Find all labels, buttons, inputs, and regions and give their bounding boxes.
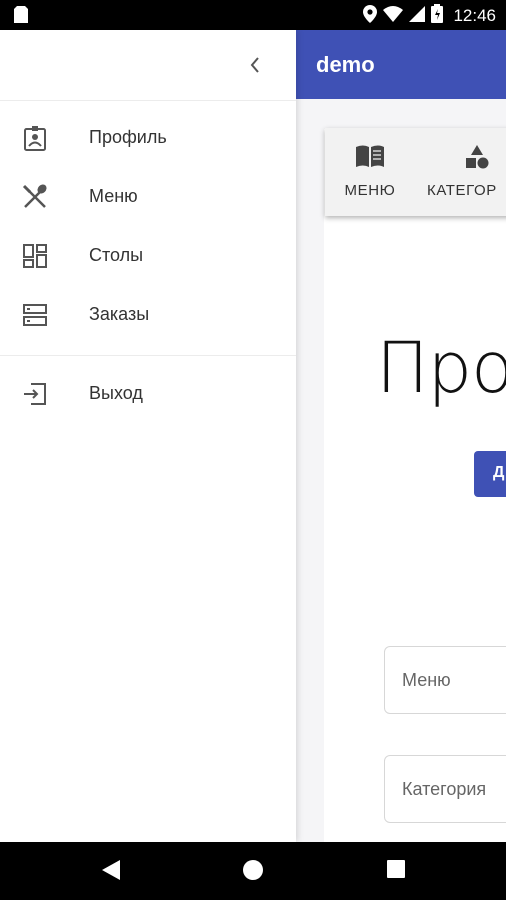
divider <box>0 100 296 101</box>
book-icon <box>339 144 401 170</box>
navigation-drawer: Профиль Меню Столы Заказы Выход <box>0 30 296 842</box>
drawer-item-label: Выход <box>89 383 143 403</box>
tab-bar: МЕНЮ КАТЕГОР <box>325 128 506 216</box>
tab-menu-label: МЕНЮ <box>344 182 396 199</box>
drawer-item-orders[interactable]: Заказы <box>0 289 296 341</box>
add-button[interactable]: Д <box>474 451 506 497</box>
list-icon <box>22 302 48 328</box>
category-field[interactable]: Категория <box>384 755 506 823</box>
drawer-item-label: Столы <box>89 245 144 265</box>
category-field-placeholder: Категория <box>402 779 487 799</box>
chevron-left-icon[interactable] <box>240 50 270 80</box>
page-title: Про <box>376 327 506 409</box>
divider <box>0 355 296 356</box>
profile-badge-icon <box>22 125 48 151</box>
drawer-item-tables[interactable]: Столы <box>0 230 296 282</box>
grid-icon <box>22 243 48 269</box>
battery-icon <box>431 4 444 28</box>
app-bar: demo <box>296 30 506 99</box>
shapes-icon <box>427 144 506 170</box>
home-icon[interactable] <box>242 859 264 886</box>
recents-icon[interactable] <box>386 859 406 884</box>
menu-field-placeholder: Меню <box>402 670 451 690</box>
tab-categories-label: КАТЕГОР <box>427 182 497 199</box>
drawer-item-logout[interactable]: Выход <box>0 368 296 420</box>
wifi-icon <box>383 5 404 27</box>
sim-card-icon <box>14 6 28 28</box>
location-icon <box>363 4 378 28</box>
app-title: demo <box>316 52 375 77</box>
back-icon[interactable] <box>101 859 121 886</box>
drawer-item-label: Заказы <box>89 304 150 324</box>
drawer-item-label: Меню <box>89 186 138 206</box>
tab-menu[interactable]: МЕНЮ <box>339 128 401 216</box>
drawer-item-label: Профиль <box>89 127 167 147</box>
status-time: 12:46 <box>453 6 496 25</box>
logout-icon <box>22 381 48 407</box>
drawer-item-menu[interactable]: Меню <box>0 171 296 223</box>
drawer-item-profile[interactable]: Профиль <box>0 112 296 164</box>
main-content: МЕНЮ КАТЕГОР Про Д Меню Категория <box>296 99 506 842</box>
fork-knife-icon <box>22 184 48 210</box>
drawer-header <box>0 30 296 100</box>
status-bar: 12:46 <box>0 0 506 30</box>
system-nav-bar <box>0 842 506 900</box>
signal-icon <box>409 5 426 27</box>
menu-field[interactable]: Меню <box>384 646 506 714</box>
tab-categories[interactable]: КАТЕГОР <box>427 128 506 216</box>
